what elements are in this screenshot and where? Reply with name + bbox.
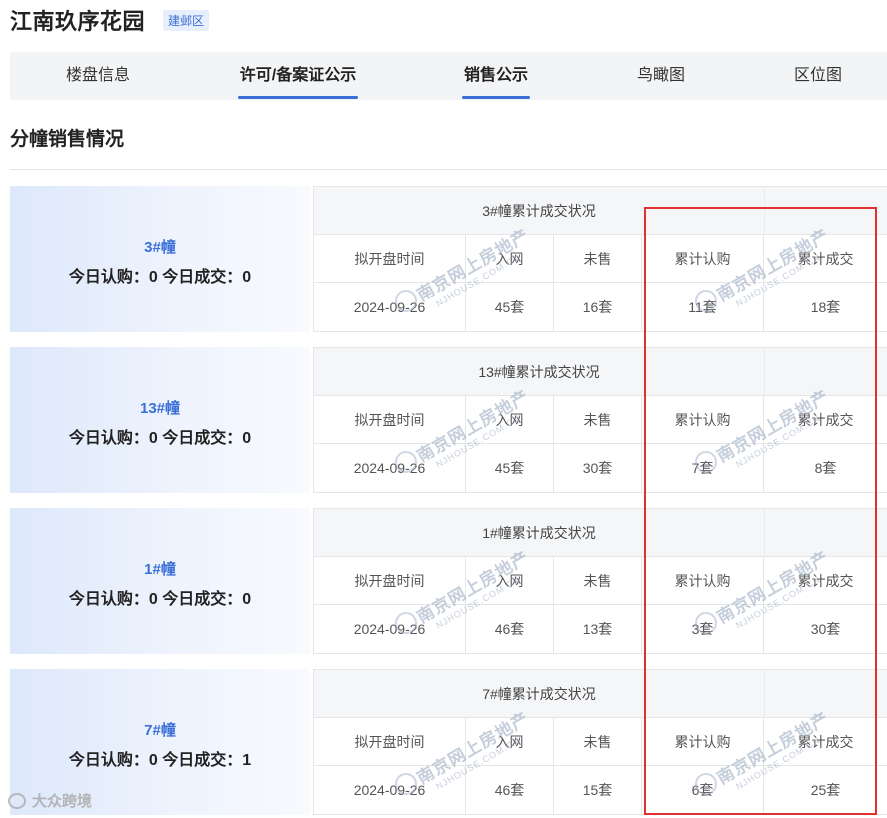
building-name[interactable]: 1#幢 xyxy=(144,558,176,579)
building-summary: 13#幢 今日认购：0 今日成交：0 xyxy=(10,347,310,493)
building-sales-table: 13#幢累计成交状况 拟开盘时间 入网 未售 累计认购 累计成交 2024-09… xyxy=(313,347,887,493)
section-divider xyxy=(10,169,887,170)
tab-label: 鸟瞰图 xyxy=(636,67,685,84)
value-open-date: 2024-09-26 xyxy=(314,766,466,815)
label-unsold: 未售 xyxy=(554,235,642,283)
label-online: 入网 xyxy=(466,396,554,444)
tab-active-indicator xyxy=(238,96,358,99)
table-header: 7#幢累计成交状况 xyxy=(314,670,887,718)
table-header: 13#幢累计成交状况 xyxy=(314,348,887,396)
label-subscribed: 累计认购 xyxy=(642,396,764,444)
value-unsold: 15套 xyxy=(554,766,642,815)
tab-permit[interactable]: 许可/备案证公示 xyxy=(228,52,368,100)
header-divider xyxy=(764,509,765,557)
label-unsold: 未售 xyxy=(554,718,642,766)
label-subscribed: 累计认购 xyxy=(642,235,764,283)
label-open-date: 拟开盘时间 xyxy=(314,396,466,444)
header-divider xyxy=(764,187,765,235)
value-unsold: 16套 xyxy=(554,283,642,332)
value-unsold: 30套 xyxy=(554,444,642,493)
building-card: 7#幢 今日认购：0 今日成交：1 7#幢累计成交状况 拟开盘时间 入网 未售 … xyxy=(10,669,887,815)
header-divider xyxy=(764,670,765,718)
label-subscribed: 累计认购 xyxy=(642,718,764,766)
building-card: 3#幢 今日认购：0 今日成交：0 3#幢累计成交状况 拟开盘时间 入网 未售 … xyxy=(10,186,887,332)
table-header: 1#幢累计成交状况 xyxy=(314,509,887,557)
label-open-date: 拟开盘时间 xyxy=(314,557,466,605)
table-title: 3#幢累计成交状况 xyxy=(482,203,596,219)
tab-sales[interactable]: 销售公示 xyxy=(456,52,536,100)
building-today-stats: 今日认购：0 今日成交：0 xyxy=(68,429,252,447)
tab-label: 楼盘信息 xyxy=(65,67,130,84)
label-sold: 累计成交 xyxy=(764,718,887,766)
tab-label: 区位图 xyxy=(793,67,842,84)
value-unsold: 13套 xyxy=(554,605,642,654)
page-title: 江南玖序花园 xyxy=(10,9,146,34)
corner-watermark-logo: 大众跨境 xyxy=(8,790,92,811)
tab-property-info[interactable]: 楼盘信息 xyxy=(48,52,148,100)
building-name[interactable]: 13#幢 xyxy=(140,397,180,418)
label-subscribed: 累计认购 xyxy=(642,557,764,605)
district-badge[interactable]: 建邺区 xyxy=(163,9,210,31)
label-unsold: 未售 xyxy=(554,396,642,444)
table-title: 1#幢累计成交状况 xyxy=(482,525,596,541)
tab-aerial-view[interactable]: 鸟瞰图 xyxy=(621,52,701,100)
brand-logo-icon xyxy=(8,792,26,809)
label-unsold: 未售 xyxy=(554,557,642,605)
building-sales-table: 7#幢累计成交状况 拟开盘时间 入网 未售 累计认购 累计成交 2024-09-… xyxy=(313,669,887,815)
table-title: 7#幢累计成交状况 xyxy=(482,686,596,702)
value-sold: 18套 xyxy=(764,283,887,332)
value-open-date: 2024-09-26 xyxy=(314,444,466,493)
building-summary: 1#幢 今日认购：0 今日成交：0 xyxy=(10,508,310,654)
table-title: 13#幢累计成交状况 xyxy=(478,364,600,380)
label-sold: 累计成交 xyxy=(764,235,887,283)
building-sales-table: 1#幢累计成交状况 拟开盘时间 入网 未售 累计认购 累计成交 2024-09-… xyxy=(313,508,887,654)
tab-location-map[interactable]: 区位图 xyxy=(778,52,858,100)
header-divider xyxy=(764,348,765,396)
tab-active-indicator xyxy=(462,96,530,99)
value-online: 46套 xyxy=(466,605,554,654)
section-title: 分幢销售情况 xyxy=(10,129,125,150)
tab-bar: 楼盘信息 许可/备案证公示 销售公示 鸟瞰图 区位图 xyxy=(10,52,887,100)
building-card: 1#幢 今日认购：0 今日成交：0 1#幢累计成交状况 拟开盘时间 入网 未售 … xyxy=(10,508,887,654)
value-subscribed: 6套 xyxy=(642,766,764,815)
building-today-stats: 今日认购：0 今日成交：0 xyxy=(68,590,252,608)
label-online: 入网 xyxy=(466,718,554,766)
building-today-stats: 今日认购：0 今日成交：1 xyxy=(68,751,252,769)
value-online: 46套 xyxy=(466,766,554,815)
table-header: 3#幢累计成交状况 xyxy=(314,187,887,235)
value-subscribed: 11套 xyxy=(642,283,764,332)
building-sales-table: 3#幢累计成交状况 拟开盘时间 入网 未售 累计认购 累计成交 2024-09-… xyxy=(313,186,887,332)
value-online: 45套 xyxy=(466,444,554,493)
label-sold: 累计成交 xyxy=(764,396,887,444)
tab-label: 许可/备案证公示 xyxy=(239,67,357,84)
value-open-date: 2024-09-26 xyxy=(314,605,466,654)
building-summary: 3#幢 今日认购：0 今日成交：0 xyxy=(10,186,310,332)
value-subscribed: 7套 xyxy=(642,444,764,493)
label-online: 入网 xyxy=(466,235,554,283)
label-open-date: 拟开盘时间 xyxy=(314,718,466,766)
corner-logo-text: 大众跨境 xyxy=(32,793,93,810)
value-sold: 8套 xyxy=(764,444,887,493)
label-sold: 累计成交 xyxy=(764,557,887,605)
value-online: 45套 xyxy=(466,283,554,332)
label-open-date: 拟开盘时间 xyxy=(314,235,466,283)
value-sold: 25套 xyxy=(764,766,887,815)
building-card: 13#幢 今日认购：0 今日成交：0 13#幢累计成交状况 拟开盘时间 入网 未… xyxy=(10,347,887,493)
building-name[interactable]: 3#幢 xyxy=(144,236,176,257)
building-name[interactable]: 7#幢 xyxy=(144,719,176,740)
value-open-date: 2024-09-26 xyxy=(314,283,466,332)
value-sold: 30套 xyxy=(764,605,887,654)
page-header: 江南玖序花园 建邺区 xyxy=(10,4,210,36)
label-online: 入网 xyxy=(466,557,554,605)
value-subscribed: 3套 xyxy=(642,605,764,654)
building-today-stats: 今日认购：0 今日成交：0 xyxy=(68,268,252,286)
tab-label: 销售公示 xyxy=(463,67,528,84)
